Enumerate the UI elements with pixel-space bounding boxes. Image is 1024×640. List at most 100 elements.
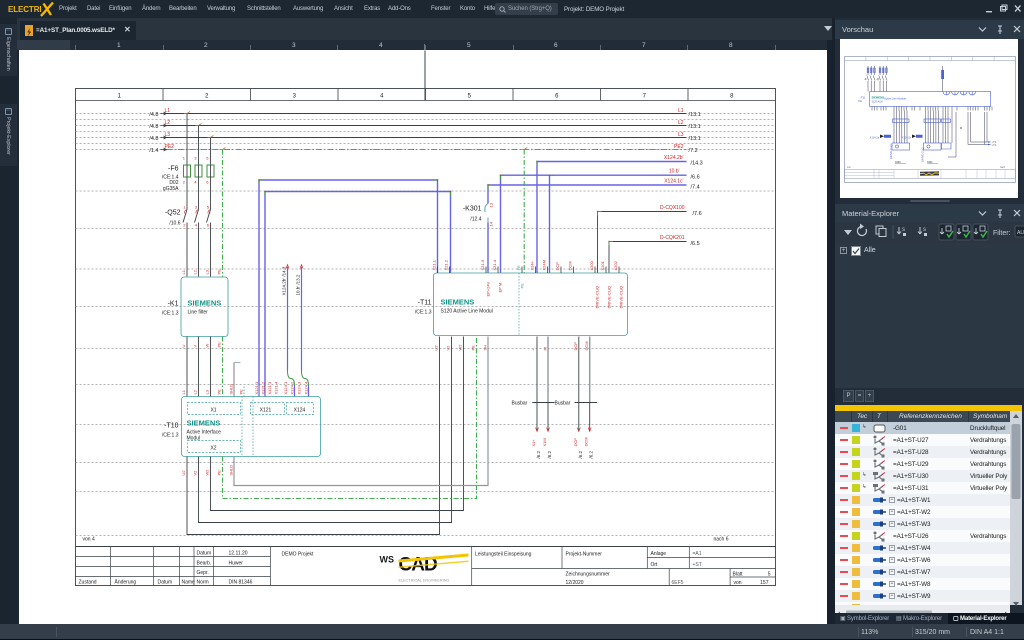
svg-text:ELECTRICAL ENGINEERING: ELECTRICAL ENGINEERING xyxy=(399,579,450,583)
svg-text:EP M: EP M xyxy=(498,283,503,293)
svg-text:-Q..: -Q.. xyxy=(876,77,881,81)
svg-text:6: 6 xyxy=(206,180,209,185)
svg-text:W: W xyxy=(205,344,210,348)
svg-text:PE': PE' xyxy=(217,469,222,475)
svg-text:Gepr.: Gepr. xyxy=(197,570,209,576)
svg-text:D-CQX100: D-CQX100 xyxy=(660,205,685,211)
svg-text:3: 3 xyxy=(293,94,297,100)
svg-text:4: 4 xyxy=(380,94,384,100)
svg-text:/CE:1.3: /CE:1.3 xyxy=(162,311,179,317)
svg-text:L1: L1 xyxy=(181,389,186,394)
svg-text:10.b′: 10.b′ xyxy=(669,169,680,175)
svg-text:Huwer: Huwer xyxy=(229,561,244,567)
svg-text:/7.6: /7.6 xyxy=(693,211,702,217)
svg-text:/CE: /CE xyxy=(858,100,862,103)
svg-text:2: 2 xyxy=(183,180,186,185)
svg-text:X124.1b: X124.1b xyxy=(902,137,912,140)
svg-text:L2: L2 xyxy=(193,269,198,274)
svg-text:Anlage: Anlage xyxy=(651,551,667,557)
svg-text:/6.2: /6.2 xyxy=(536,450,541,458)
svg-text:5: 5 xyxy=(206,156,209,161)
svg-text:X124.2b′ /14.3: X124.2b′ /14.3 xyxy=(282,266,287,295)
svg-text:10.b′ /13.2: 10.b′ /13.2 xyxy=(296,274,301,295)
svg-text:Line filter: Line filter xyxy=(188,310,209,316)
svg-text:1: 1 xyxy=(183,205,186,210)
svg-text:U2: U2 xyxy=(434,345,439,351)
svg-text:/CE:1.3: /CE:1.3 xyxy=(415,310,432,316)
svg-text:DRIVE-CLiQ: DRIVE-CLiQ xyxy=(889,144,893,159)
svg-text:von: von xyxy=(847,167,851,169)
svg-text:L3: L3 xyxy=(205,269,210,274)
svg-text:-Q52: -Q52 xyxy=(165,210,181,217)
svg-text:DCM: DCM xyxy=(584,341,589,350)
svg-text:DRIVE-CLiQ: DRIVE-CLiQ xyxy=(595,286,600,309)
svg-text:nach: nach xyxy=(1000,167,1006,169)
svg-text:X1+: X1+ xyxy=(531,439,536,447)
svg-text:PE: PE xyxy=(516,265,521,271)
svg-text:X124.1a: X124.1a xyxy=(870,137,880,140)
svg-text:WS: WS xyxy=(380,555,395,565)
svg-text:Filter:: Filter: xyxy=(993,230,1011,237)
svg-text:3: 3 xyxy=(194,156,197,161)
svg-text:1: 1 xyxy=(183,156,186,161)
svg-text:Ort: Ort xyxy=(651,562,659,568)
svg-text:V2: V2 xyxy=(193,470,198,476)
svg-text:D-CQK201: D-CQK201 xyxy=(660,235,685,241)
svg-text:nach 6: nach 6 xyxy=(714,537,729,543)
svg-text:DCP: DCP xyxy=(573,342,578,351)
svg-text:/6.5: /6.5 xyxy=(691,241,700,247)
svg-text:/7.1: /7.1 xyxy=(993,144,998,147)
svg-text:X21.3: X21.3 xyxy=(480,259,485,270)
svg-text:6: 6 xyxy=(207,223,210,228)
svg-text:12/2020: 12/2020 xyxy=(566,580,584,586)
svg-text:PE2: PE2 xyxy=(674,144,684,150)
svg-text:X124: X124 xyxy=(294,408,306,414)
svg-text:X21.4: X21.4 xyxy=(492,259,497,270)
svg-text:/13.1: /13.1 xyxy=(689,136,701,142)
svg-text:PE2: PE2 xyxy=(165,144,175,150)
svg-text:-T10: -T10 xyxy=(164,423,179,430)
svg-text:SHLD: SHLD xyxy=(229,384,234,395)
svg-text:Änderung: Änderung xyxy=(115,579,137,586)
svg-text:Zustand: Zustand xyxy=(79,580,97,586)
svg-text:3: 3 xyxy=(195,205,198,210)
svg-text:X124.4: X124.4 xyxy=(304,381,309,394)
svg-text:=A1: =A1 xyxy=(693,551,702,557)
svg-text:1: 1 xyxy=(118,94,122,100)
svg-text:X1: X1 xyxy=(210,408,216,414)
svg-text:Modul: Modul xyxy=(187,436,201,442)
svg-text:-K1: -K1 xyxy=(168,301,179,308)
svg-text:M: M xyxy=(543,347,548,350)
svg-text:2: 2 xyxy=(183,223,186,228)
svg-text:S120 ALM: S120 ALM xyxy=(872,101,883,104)
svg-text:5: 5 xyxy=(768,572,771,578)
svg-text:SH: SH xyxy=(483,345,488,351)
svg-text:EP+24V: EP+24V xyxy=(486,281,491,296)
svg-text:DRIVE-CLiQ: DRIVE-CLiQ xyxy=(607,286,612,309)
svg-text:ALL: ALL xyxy=(1017,230,1024,236)
svg-text:von 4: von 4 xyxy=(83,537,95,543)
svg-text:Zeichnungsnummer: Zeichnungsnummer xyxy=(566,572,611,578)
svg-text:DRIVE-CLiQ: DRIVE-CLiQ xyxy=(619,286,624,309)
svg-text:/4.8: /4.8 xyxy=(149,112,158,118)
svg-text:6EF5: 6EF5 xyxy=(672,580,684,586)
svg-text:L1: L1 xyxy=(678,108,684,114)
svg-text:PE: PE xyxy=(217,389,222,395)
svg-text:X124.2: X124.2 xyxy=(290,381,295,394)
svg-text:X201: X201 xyxy=(600,260,605,270)
svg-text:DRIVE-CLiQ: DRIVE-CLiQ xyxy=(921,147,925,162)
svg-text:Datum: Datum xyxy=(197,551,212,557)
svg-text:V2: V2 xyxy=(446,345,451,351)
svg-text:DCP: DCP xyxy=(573,438,578,447)
svg-text:5: 5 xyxy=(207,205,210,210)
svg-text:-T11: -T11 xyxy=(418,300,432,307)
svg-text:Projekt-Nummer: Projekt-Nummer xyxy=(566,552,603,558)
svg-text:SIEMENS: SIEMENS xyxy=(188,299,222,308)
svg-text:PE: PE xyxy=(239,389,244,395)
svg-text:X121: X121 xyxy=(260,408,272,414)
svg-text:/1.4: /1.4 xyxy=(149,148,158,154)
svg-text:PE: PE xyxy=(520,283,525,289)
svg-text:M: M xyxy=(960,127,962,130)
svg-text:PE: PE xyxy=(471,345,476,351)
svg-text:X202: X202 xyxy=(613,260,618,270)
